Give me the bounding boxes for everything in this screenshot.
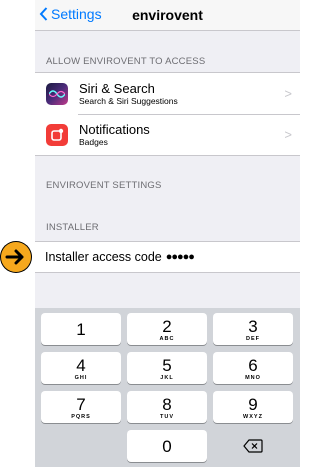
siri-icon [46, 82, 68, 105]
key-letters: MNO [245, 375, 261, 381]
installer-code-value[interactable]: ●●●●● [166, 251, 195, 263]
key-letters: TUV [160, 414, 174, 420]
notifications-row[interactable]: Notifications Badges > [35, 114, 300, 155]
notifications-icon [46, 123, 68, 146]
key-number: 8 [162, 395, 172, 414]
access-group: Siri & Search Search & Siri Suggestions … [35, 72, 300, 156]
settings-screen: Settings envirovent ALLOW ENVIROVENT TO … [35, 0, 300, 467]
notifications-title: Notifications [79, 121, 150, 137]
installer-code-field[interactable]: Installer access code ●●●●● [35, 241, 300, 273]
envirovent-settings-header: ENVIROVENT SETTINGS [46, 180, 162, 191]
key-number: 5 [162, 356, 172, 375]
key-letters: DEF [246, 336, 260, 342]
key-letters: GHI [74, 375, 88, 381]
callout-arrow-icon [1, 242, 31, 272]
back-label: Settings [51, 6, 102, 22]
notifications-subtitle: Badges [79, 136, 108, 147]
allow-section-header: ALLOW ENVIROVENT TO ACCESS [46, 56, 206, 67]
navigation-bar: Settings envirovent [35, 0, 300, 31]
backspace-icon [243, 439, 263, 453]
back-button[interactable]: Settings [39, 6, 102, 22]
key-number: 1 [76, 320, 86, 339]
siri-search-row[interactable]: Siri & Search Search & Siri Suggestions … [35, 73, 300, 114]
key-number: 4 [76, 356, 86, 375]
key-7[interactable]: 7 PQRS [41, 391, 121, 423]
siri-search-subtitle: Search & Siri Suggestions [79, 95, 178, 106]
installer-code-label: Installer access code [45, 250, 162, 264]
key-number: 0 [162, 437, 172, 456]
key-letters: ABC [159, 336, 175, 342]
key-5[interactable]: 5 JKL [127, 352, 207, 384]
key-3[interactable]: 3 DEF [213, 313, 293, 345]
chevron-right-icon: > [284, 86, 292, 101]
key-letters: PQRS [71, 414, 91, 420]
key-6[interactable]: 6 MNO [213, 352, 293, 384]
installer-header: INSTALLER [46, 222, 99, 233]
key-0[interactable]: 0 [127, 430, 207, 462]
chevron-right-icon: > [284, 127, 292, 142]
delete-key[interactable] [213, 430, 293, 462]
key-number: 7 [76, 395, 86, 414]
siri-search-title: Siri & Search [79, 80, 155, 96]
key-8[interactable]: 8 TUV [127, 391, 207, 423]
key-2[interactable]: 2 ABC [127, 313, 207, 345]
key-number: 9 [248, 395, 258, 414]
key-number: 6 [248, 356, 258, 375]
key-9[interactable]: 9 WXYZ [213, 391, 293, 423]
key-number: 3 [248, 317, 258, 336]
chevron-left-icon [39, 7, 48, 21]
key-4[interactable]: 4 GHI [41, 352, 121, 384]
key-letters: JKL [160, 375, 174, 381]
key-number: 2 [162, 317, 172, 336]
numeric-keypad: 1 2 ABC 3 DEF 4 GHI 5 JKL 6 MNO 7 PQRS 8… [35, 308, 300, 467]
key-letters: WXYZ [243, 414, 263, 420]
key-1[interactable]: 1 [41, 313, 121, 345]
